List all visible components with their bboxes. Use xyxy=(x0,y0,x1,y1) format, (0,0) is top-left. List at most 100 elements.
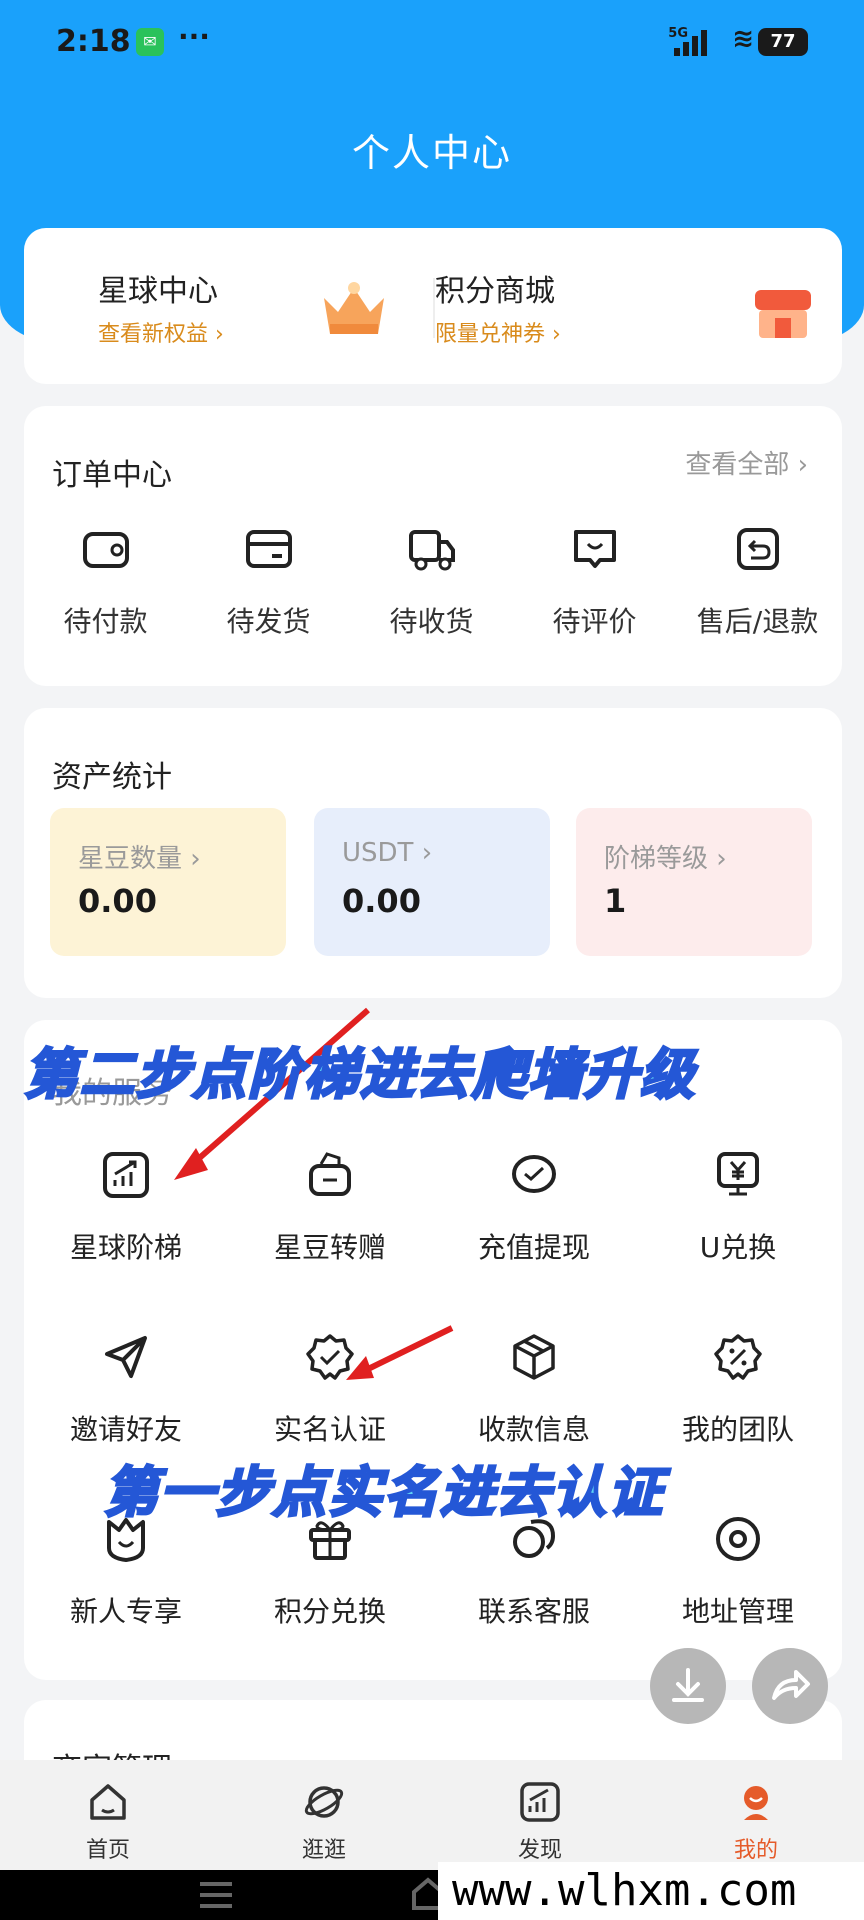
service-recharge-withdraw[interactable]: 充值提现 xyxy=(432,1150,636,1266)
store-icon xyxy=(755,290,811,338)
service-label: 星球阶梯 xyxy=(69,1231,182,1264)
service-label: 我的团队 xyxy=(681,1413,794,1446)
comment-icon xyxy=(573,530,616,568)
order-label: 待收货 xyxy=(389,605,474,638)
service-contact-support[interactable]: 联系客服 xyxy=(432,1514,636,1630)
asset-label: USDT › xyxy=(342,838,433,868)
tab-discover[interactable]: 发现 xyxy=(480,1780,600,1864)
service-payment-info[interactable]: 收款信息 xyxy=(432,1332,636,1448)
check-chat-icon xyxy=(512,1155,556,1193)
truck-icon xyxy=(408,530,455,571)
watermark-text: www.wlhxm.com xyxy=(438,1862,864,1920)
ladder-level[interactable]: 阶梯等级 › 1 xyxy=(576,808,812,956)
service-label: 新人专享 xyxy=(69,1595,182,1628)
verified-badge-icon xyxy=(306,1334,354,1380)
download-icon xyxy=(672,1668,704,1702)
service-points-exchange[interactable]: 积分兑换 xyxy=(228,1514,432,1630)
see-all-link[interactable]: 查看全部 › xyxy=(685,444,808,481)
order-label: 待发货 xyxy=(226,605,311,638)
service-label: U兑换 xyxy=(699,1231,777,1264)
service-label: 邀请好友 xyxy=(69,1413,182,1446)
page-title: 个人中心 xyxy=(351,131,512,175)
wallet-icon xyxy=(82,532,129,568)
top-card: 星球中心 查看新权益 › 积分商城 限量兑神券 › xyxy=(24,228,842,384)
annotation-step1: 第一步点实名进去认证 xyxy=(103,1460,664,1526)
order-pending-payment[interactable]: 待付款 xyxy=(24,522,187,640)
service-bean-transfer[interactable]: 星豆转赠 xyxy=(228,1150,432,1266)
home-icon xyxy=(90,1784,126,1820)
order-label: 待付款 xyxy=(63,605,148,638)
points-mall-entry[interactable]: 积分商城 限量兑神券 › xyxy=(433,228,842,384)
star-bean-count[interactable]: 星豆数量 › 0.00 xyxy=(50,808,286,956)
my-services-card: 我的服务 星球阶梯 星豆转赠 充值提现 U兑换 邀请好友 实名认证 收款信息 我… xyxy=(24,1020,842,1680)
order-pending-receive[interactable]: 待收货 xyxy=(350,522,513,640)
asset-value: 0.00 xyxy=(78,882,157,920)
asset-stats-title: 资产统计 xyxy=(52,760,172,795)
tab-browse[interactable]: 逛逛 xyxy=(264,1780,384,1864)
order-pending-review[interactable]: 待评价 xyxy=(513,522,676,640)
service-newcomer[interactable]: 新人专享 xyxy=(24,1514,228,1630)
asset-label: 阶梯等级 › xyxy=(604,844,727,874)
menu-icon[interactable] xyxy=(196,1878,236,1912)
gift-bag-icon xyxy=(309,1152,351,1196)
service-address-manage[interactable]: 地址管理 xyxy=(636,1514,840,1630)
share-icon xyxy=(772,1670,810,1700)
points-mall-sub: 限量兑神券 › xyxy=(435,322,561,347)
service-invite-friends[interactable]: 邀请好友 xyxy=(24,1332,228,1448)
status-time: 2:18 xyxy=(56,24,131,59)
asset-value: 0.00 xyxy=(342,882,421,920)
asset-stats-card: 资产统计 星豆数量 › 0.00 USDT › 0.00 阶梯等级 › 1 xyxy=(24,708,842,998)
tab-label: 首页 xyxy=(85,1838,130,1863)
signal-icon xyxy=(674,30,714,56)
star-center-entry[interactable]: 星球中心 查看新权益 › xyxy=(24,228,433,384)
service-u-exchange[interactable]: U兑换 xyxy=(636,1150,840,1266)
service-star-ladder[interactable]: 星球阶梯 xyxy=(24,1150,228,1266)
share-button[interactable] xyxy=(752,1648,828,1724)
return-icon xyxy=(736,528,779,570)
star-center-sub: 查看新权益 › xyxy=(98,322,224,347)
order-label: 售后/退款 xyxy=(696,605,819,638)
order-label: 待评价 xyxy=(552,605,637,638)
wechat-icon: ✉ xyxy=(136,28,164,56)
location-icon xyxy=(716,1517,760,1561)
service-label: 积分兑换 xyxy=(273,1595,386,1628)
tab-mine[interactable]: 我的 xyxy=(696,1780,816,1864)
package-icon xyxy=(513,1334,555,1380)
service-label: 星豆转赠 xyxy=(273,1231,386,1264)
service-label: 充值提现 xyxy=(477,1231,590,1264)
discount-icon xyxy=(714,1334,762,1380)
service-real-name-auth[interactable]: 实名认证 xyxy=(228,1332,432,1448)
battery-indicator: 77 xyxy=(758,28,808,56)
send-icon xyxy=(105,1336,147,1378)
tab-label: 逛逛 xyxy=(301,1838,346,1863)
status-bar: 2:18 ✉ ··· 5G ≋ 77 xyxy=(56,20,808,64)
tab-label: 发现 xyxy=(517,1838,562,1863)
service-label: 地址管理 xyxy=(681,1595,794,1628)
service-my-team[interactable]: 我的团队 xyxy=(636,1332,840,1448)
service-label: 联系客服 xyxy=(477,1595,590,1628)
usdt-balance[interactable]: USDT › 0.00 xyxy=(314,808,550,956)
box-icon xyxy=(245,530,292,568)
profile-icon xyxy=(744,1786,768,1820)
asset-value: 1 xyxy=(604,882,627,920)
more-dots-icon: ··· xyxy=(178,20,210,53)
planet-icon xyxy=(304,1786,344,1818)
order-center-title: 订单中心 xyxy=(52,458,172,493)
points-mall-title: 积分商城 xyxy=(435,274,555,309)
chart-icon xyxy=(520,1782,560,1822)
star-center-title: 星球中心 xyxy=(98,274,218,309)
download-button[interactable] xyxy=(650,1648,726,1724)
order-pending-ship[interactable]: 待发货 xyxy=(187,522,350,640)
bottom-tab-bar: 首页 逛逛 发现 我的 xyxy=(0,1760,864,1870)
annotation-step2: 第二步点阶梯进去爬墙升级 xyxy=(23,1042,696,1108)
tab-home[interactable]: 首页 xyxy=(48,1780,168,1864)
service-label: 实名认证 xyxy=(273,1413,386,1446)
wifi-icon: ≋ xyxy=(732,24,754,54)
asset-label: 星豆数量 › xyxy=(78,844,201,874)
order-after-sale[interactable]: 售后/退款 xyxy=(676,522,839,640)
service-label: 收款信息 xyxy=(477,1413,590,1446)
yen-monitor-icon xyxy=(717,1152,759,1196)
chart-up-icon xyxy=(103,1152,149,1198)
crown-icon xyxy=(324,282,384,334)
tab-label: 我的 xyxy=(733,1838,778,1863)
